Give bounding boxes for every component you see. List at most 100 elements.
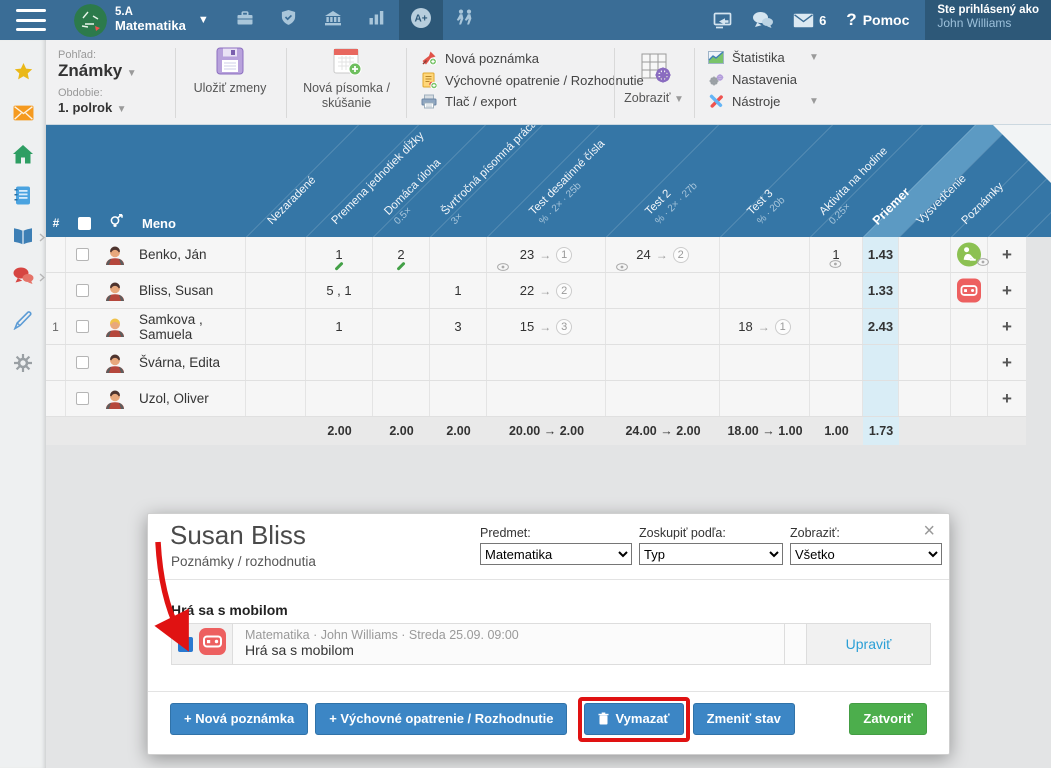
settings-menu-item[interactable]: Nastavenia — [706, 72, 797, 87]
student-name[interactable]: Uzol, Oliver — [131, 381, 246, 416]
save-changes-button[interactable]: Uložiť zmeny — [180, 46, 280, 96]
class-selector[interactable]: 5.A Matematika ▼ — [74, 4, 223, 37]
grade-cell[interactable] — [863, 345, 899, 380]
add-note-button[interactable]: + — [1002, 317, 1012, 337]
grade-cell[interactable] — [951, 309, 988, 344]
mail-icon[interactable] — [0, 96, 46, 130]
help-link[interactable]: Pomoc — [863, 12, 910, 28]
grade-cell[interactable] — [306, 381, 373, 416]
statistics-menu-item[interactable]: Štatistika ▼ — [706, 50, 866, 65]
grade-cell[interactable] — [606, 381, 720, 416]
grade-cell[interactable] — [430, 237, 487, 272]
grade-cell[interactable] — [606, 273, 720, 308]
message-count-badge[interactable]: 6 — [819, 13, 826, 28]
grade-cell[interactable] — [720, 381, 810, 416]
pen-icon[interactable] — [0, 303, 46, 337]
grade-cell[interactable]: 1 — [810, 237, 863, 272]
grade-cell[interactable]: 1.33 — [863, 273, 899, 308]
grade-cell[interactable] — [810, 381, 863, 416]
grade-cell[interactable]: 2.43 — [863, 309, 899, 344]
measure-menu-item[interactable]: Výchovné opatrenie / Rozhodnutie — [419, 72, 644, 89]
nav-tab-grades-tab[interactable]: A+ — [399, 0, 443, 40]
grade-cell[interactable] — [899, 309, 951, 344]
grade-cell[interactable] — [246, 381, 306, 416]
grade-cell[interactable] — [863, 381, 899, 416]
tools-menu-item[interactable]: Nástroje ▼ — [706, 94, 866, 109]
change-state-button[interactable]: Zmeniť stav — [693, 703, 795, 735]
print-export-menu-item[interactable]: Tlač / export — [419, 94, 517, 109]
grade-cell[interactable] — [810, 345, 863, 380]
grade-cell[interactable] — [899, 273, 951, 308]
grade-cell[interactable] — [951, 273, 988, 308]
nav-tab-attendance-people[interactable] — [443, 0, 487, 40]
grade-cell[interactable]: 23→1 — [487, 237, 606, 272]
grade-cell[interactable] — [951, 237, 988, 272]
chat-icon[interactable] — [743, 11, 783, 29]
grade-cell[interactable] — [430, 381, 487, 416]
add-note-button[interactable]: + — [1002, 281, 1012, 301]
grade-cell[interactable] — [899, 381, 951, 416]
row-checkbox[interactable] — [76, 248, 89, 261]
student-name[interactable]: Samkova , Samuela — [131, 309, 246, 344]
row-checkbox[interactable] — [76, 392, 89, 405]
row-checkbox[interactable] — [76, 284, 89, 297]
nav-tab-briefcase[interactable] — [223, 0, 267, 40]
grade-cell[interactable] — [373, 273, 430, 308]
help-icon[interactable]: ? — [846, 10, 856, 30]
grade-cell[interactable]: 22→2 — [487, 273, 606, 308]
grade-cell[interactable]: 1 — [306, 309, 373, 344]
grade-cell[interactable] — [899, 237, 951, 272]
grade-cell[interactable]: 5 , 1 — [306, 273, 373, 308]
grade-cell[interactable] — [810, 273, 863, 308]
grade-cell[interactable] — [246, 273, 306, 308]
grade-cell[interactable] — [430, 345, 487, 380]
grade-cell[interactable] — [373, 309, 430, 344]
column-header-1[interactable]: Nezaradené — [266, 175, 318, 227]
favorites-star-icon[interactable] — [0, 55, 46, 89]
grade-cell[interactable] — [373, 381, 430, 416]
grade-cell[interactable]: 3 — [430, 309, 487, 344]
nav-tab-institution[interactable] — [311, 0, 355, 40]
column-header-6[interactable]: Test 2% · 2× · 27b — [644, 171, 700, 227]
add-note-button[interactable]: + — [1002, 353, 1012, 373]
gender-icon[interactable] — [109, 214, 125, 232]
add-note-button[interactable]: + — [1002, 245, 1012, 265]
filter-select-1[interactable]: Matematika — [480, 543, 632, 565]
note-item-checkbox[interactable]: ✓ — [178, 637, 193, 652]
grade-cell[interactable] — [487, 381, 606, 416]
hamburger-menu-icon[interactable] — [16, 9, 46, 31]
new-note-menu-item[interactable]: Nová poznámka — [419, 50, 539, 66]
library-book-icon[interactable] — [0, 219, 46, 253]
messages-icon[interactable] — [783, 13, 823, 28]
filter-select-2[interactable]: Typ — [639, 543, 783, 565]
column-header-7[interactable]: Test 3% · 20b — [746, 186, 787, 227]
delete-button[interactable]: Vymazať — [584, 703, 683, 735]
grade-cell[interactable]: 18→1 — [720, 309, 810, 344]
select-all-checkbox[interactable] — [78, 217, 91, 230]
grade-cell[interactable] — [606, 309, 720, 344]
new-note-button[interactable]: + Nová poznámka — [170, 703, 308, 735]
grade-cell[interactable] — [720, 273, 810, 308]
grade-cell[interactable] — [246, 237, 306, 272]
student-name[interactable]: Benko, Ján — [131, 237, 246, 272]
display-options-button[interactable]: Zobraziť ▼ — [621, 48, 687, 106]
grade-cell[interactable] — [487, 345, 606, 380]
grade-cell[interactable]: 1 — [306, 237, 373, 272]
grade-cell[interactable]: 24→2 — [606, 237, 720, 272]
grade-cell[interactable] — [720, 237, 810, 272]
measure-button[interactable]: + Výchovné opatrenie / Rozhodnutie — [315, 703, 567, 735]
activity-note-icon[interactable] — [957, 243, 981, 267]
screen-share-icon[interactable] — [703, 12, 743, 29]
name-column-header[interactable]: Meno — [142, 216, 176, 231]
grade-cell[interactable] — [720, 345, 810, 380]
period-selector[interactable]: 1. polrok ▼ — [58, 99, 137, 117]
discussions-icon[interactable] — [0, 259, 46, 293]
grade-cell[interactable] — [373, 345, 430, 380]
grade-cell[interactable] — [606, 345, 720, 380]
row-checkbox[interactable] — [76, 320, 89, 333]
grade-cell[interactable] — [246, 345, 306, 380]
nav-tab-bar-chart[interactable] — [355, 0, 399, 40]
home-icon[interactable] — [0, 137, 46, 171]
edit-link[interactable]: Upraviť — [846, 636, 892, 652]
student-name[interactable]: Bliss, Susan — [131, 273, 246, 308]
